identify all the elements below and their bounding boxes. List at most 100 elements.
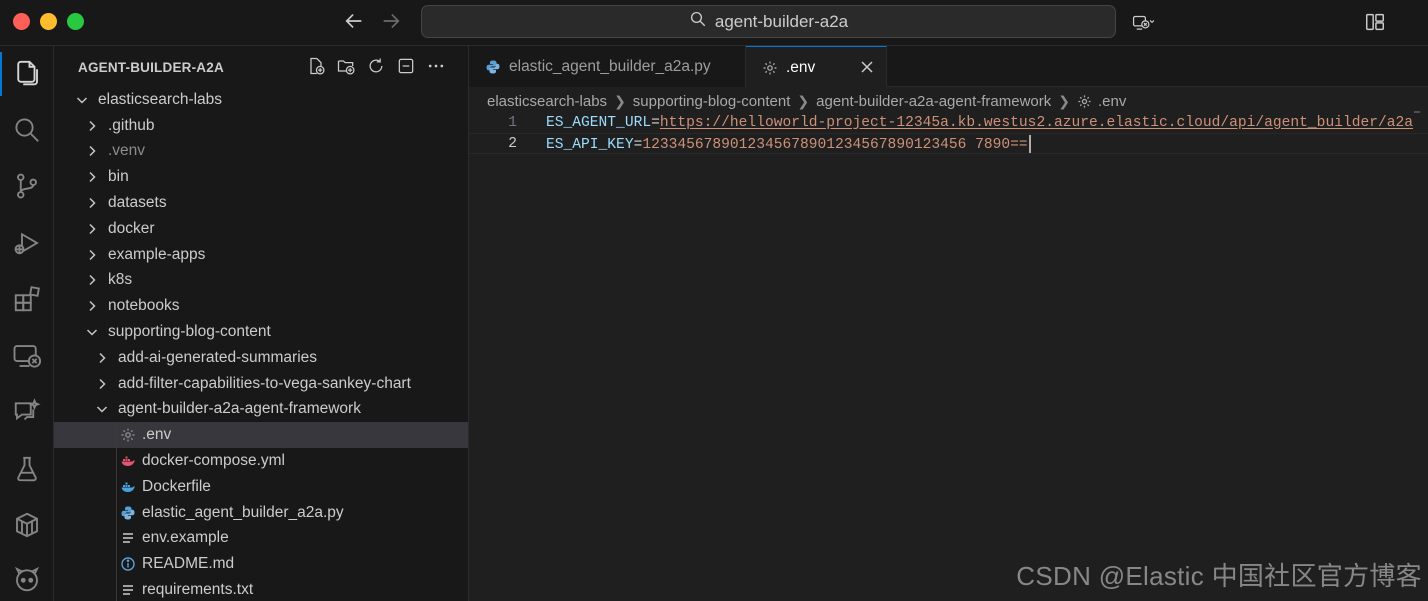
tree-label: add-ai-generated-summaries: [118, 348, 318, 366]
copilot-icon[interactable]: [1132, 10, 1154, 34]
indent-guide: [116, 525, 117, 552]
chevron-right-icon: [84, 169, 100, 185]
tree-file[interactable]: README.md: [54, 551, 468, 578]
watermark: CSDN @Elastic 中国社区官方博客: [1016, 561, 1422, 591]
tree-file[interactable]: .env: [54, 422, 468, 449]
breadcrumb-item[interactable]: .env: [1098, 93, 1126, 110]
tree-label: Dockerfile: [142, 477, 211, 495]
chevron-right-icon: ❯: [797, 92, 810, 109]
github-icon[interactable]: [12, 564, 42, 594]
forward-arrow-icon[interactable]: [378, 10, 404, 34]
containers-icon[interactable]: [12, 510, 42, 540]
code-line-current[interactable]: 2 ES_API_KEY=123345678901234567890123456…: [469, 133, 1428, 154]
code-lines[interactable]: 1 ES_AGENT_URL=https://helloworld-projec…: [469, 112, 1428, 154]
tree-label: .github: [108, 116, 155, 134]
indent-guide: [116, 577, 117, 601]
run-debug-icon[interactable]: [12, 228, 42, 258]
tree-file[interactable]: requirements.txt: [54, 577, 468, 601]
env-key: ES_API_KEY: [546, 136, 634, 153]
editor-area[interactable]: elasticsearch-labs ❯ supporting-blog-con…: [469, 87, 1428, 601]
more-actions-icon[interactable]: [426, 56, 446, 76]
env-url-value[interactable]: https://helloworld-project-12345a.kb.wes…: [660, 115, 1413, 131]
text-cursor: [1028, 134, 1031, 153]
explorer-icon[interactable]: [12, 58, 42, 88]
tree-folder[interactable]: bin: [54, 164, 468, 190]
editor-tab-bar: elastic_agent_builder_a2a.py .env: [469, 46, 1428, 88]
back-arrow-icon[interactable]: [341, 10, 367, 34]
tree-label: .env: [142, 426, 172, 444]
chevron-right-icon: [94, 350, 110, 366]
tree-folder[interactable]: k8s: [54, 268, 468, 294]
tree-folder[interactable]: elasticsearch-labs: [54, 87, 468, 113]
collapse-all-icon[interactable]: [396, 56, 416, 76]
chevron-right-icon: [84, 298, 100, 314]
new-folder-icon[interactable]: [336, 56, 356, 76]
gear-icon: [1077, 94, 1092, 109]
tree-file[interactable]: elastic_agent_builder_a2a.py: [54, 499, 468, 526]
tab-elastic-agent-builder-a2a-py[interactable]: elastic_agent_builder_a2a.py: [469, 46, 746, 87]
chevron-right-icon: ❯: [1058, 92, 1070, 109]
env-key: ES_AGENT_URL: [546, 114, 652, 131]
env-value: 1233456789012345678901234567890123456 78…: [642, 136, 1028, 153]
breadcrumb-item[interactable]: elasticsearch-labs: [487, 93, 607, 110]
breadcrumb-item[interactable]: supporting-blog-content: [633, 93, 791, 110]
line-text[interactable]: ES_API_KEY=12334567890123456789012345678…: [546, 134, 1031, 153]
search-icon: [689, 10, 707, 33]
tree-label: README.md: [142, 555, 235, 573]
file-tree: elasticsearch-labs .github .venv bin dataset…: [54, 87, 468, 601]
command-center-search[interactable]: agent-builder-a2a: [421, 5, 1116, 38]
chevron-right-icon: [94, 376, 110, 392]
tree-folder[interactable]: .github: [54, 113, 468, 139]
tree-label: datasets: [108, 194, 167, 212]
remote-explorer-icon[interactable]: [12, 341, 42, 371]
scrollbar-marker[interactable]: [1414, 111, 1420, 113]
minimize-window-button[interactable]: [40, 13, 57, 30]
tree-folder[interactable]: supporting-blog-content: [54, 319, 468, 345]
tree-label: supporting-blog-content: [108, 323, 271, 341]
tree-folder[interactable]: .venv: [54, 139, 468, 165]
breadcrumb-item[interactable]: agent-builder-a2a-agent-framework: [816, 93, 1051, 110]
tab-env[interactable]: .env: [746, 46, 887, 88]
tree-folder[interactable]: add-ai-generated-summaries: [54, 345, 468, 371]
equals-sign: =: [651, 114, 660, 131]
chat-icon[interactable]: [12, 397, 42, 427]
tree-file[interactable]: env.example: [54, 525, 468, 552]
line-text[interactable]: ES_AGENT_URL=https://helloworld-project-…: [546, 115, 1413, 131]
close-window-button[interactable]: [13, 13, 30, 30]
extensions-icon[interactable]: [12, 284, 42, 314]
title-bar: agent-builder-a2a: [0, 0, 1428, 46]
chevron-right-icon: ❯: [614, 92, 626, 109]
close-icon[interactable]: [858, 58, 876, 76]
tree-label: requirements.txt: [142, 581, 254, 599]
chevron-right-icon: [84, 221, 100, 237]
chevron-down-icon: [94, 401, 110, 417]
lines-icon: [120, 582, 136, 598]
docker-icon: [120, 479, 136, 495]
indent-guide: [116, 499, 117, 526]
new-file-icon[interactable]: [306, 56, 326, 76]
tree-folder[interactable]: notebooks: [54, 293, 468, 319]
tree-file[interactable]: docker-compose.yml: [54, 448, 468, 474]
tree-label: env.example: [142, 529, 229, 547]
tree-folder[interactable]: datasets: [54, 190, 468, 216]
tree-folder[interactable]: add-filter-capabilities-to-vega-sankey-c…: [54, 371, 468, 397]
info-icon: [120, 556, 136, 572]
testing-icon[interactable]: [12, 454, 42, 484]
refresh-icon[interactable]: [366, 56, 386, 76]
tree-label: k8s: [108, 271, 133, 289]
source-control-icon[interactable]: [12, 171, 42, 201]
activity-bar: [0, 46, 54, 601]
command-center-text: agent-builder-a2a: [714, 11, 849, 31]
zoom-window-button[interactable]: [67, 13, 84, 30]
tree-file[interactable]: Dockerfile: [54, 473, 468, 500]
explorer-sidebar: AGENT-BUILDER-A2A elasticsearch-labs .git…: [54, 46, 469, 601]
layout-icon[interactable]: [1364, 10, 1386, 34]
tree-folder[interactable]: agent-builder-a2a-agent-framework: [54, 397, 468, 423]
search-icon[interactable]: [12, 115, 42, 145]
active-indicator: [0, 52, 2, 96]
tree-folder[interactable]: docker: [54, 216, 468, 242]
tree-folder[interactable]: example-apps: [54, 242, 468, 268]
code-line[interactable]: 1 ES_AGENT_URL=https://helloworld-projec…: [469, 112, 1428, 133]
tree-label: agent-builder-a2a-agent-framework: [118, 400, 361, 418]
line-number: 2: [508, 135, 517, 152]
